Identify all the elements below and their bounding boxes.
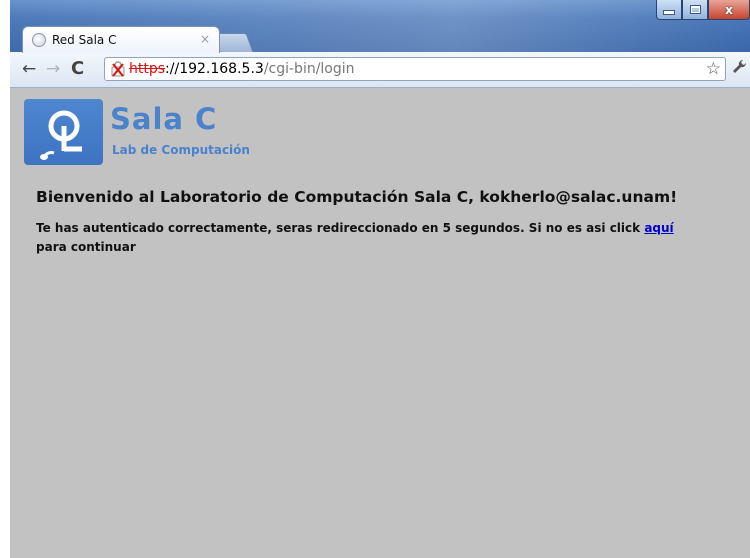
tab-title: Red Sala C	[52, 33, 117, 47]
window-controls: x	[656, 0, 750, 20]
url-text[interactable]: https://192.168.5.3/cgi-bin/login	[129, 61, 355, 77]
url-scheme: https	[129, 61, 166, 77]
minimize-icon	[663, 10, 675, 15]
address-bar[interactable]: https://192.168.5.3/cgi-bin/login ☆	[104, 57, 726, 81]
message-text-before: Te has autenticado correctamente, seras …	[36, 221, 645, 235]
url-path: /cgi-bin/login	[263, 61, 355, 77]
tab-close-button[interactable]: ×	[200, 32, 210, 46]
forward-arrow-icon[interactable]: →	[46, 59, 60, 79]
reload-icon[interactable]: C	[71, 58, 84, 79]
logo-glyph	[40, 110, 82, 160]
maximize-button[interactable]	[682, 0, 708, 20]
browser-window: x Red Sala C × ← → C https://192.168.5.3…	[10, 0, 750, 558]
minimize-button[interactable]	[656, 0, 682, 20]
message-text-after: para continuar	[36, 240, 136, 254]
continue-link[interactable]: aquí	[644, 221, 673, 235]
back-arrow-icon[interactable]: ←	[22, 59, 36, 79]
welcome-heading: Bienvenido al Laboratorio de Computación…	[36, 188, 678, 206]
url-host: ://192.168.5.3	[165, 61, 264, 77]
logo-subtitle: Lab de Computación	[112, 143, 250, 157]
page-content: Sala C Lab de Computación Bienvenido al …	[10, 88, 750, 558]
tab-red-sala-c[interactable]: Red Sala C ×	[22, 26, 220, 53]
logo-name: Sala C	[110, 102, 218, 136]
bookmark-star-icon[interactable]: ☆	[706, 59, 721, 79]
close-window-button[interactable]: x	[708, 0, 750, 20]
maximize-icon	[689, 5, 701, 14]
redirect-message: Te has autenticado correctamente, seras …	[36, 219, 696, 257]
insecure-lock-icon[interactable]	[111, 61, 125, 77]
wrench-icon[interactable]	[732, 58, 748, 76]
globe-favicon-icon	[32, 33, 46, 47]
browser-toolbar: ← → C https://192.168.5.3/cgi-bin/login …	[10, 52, 750, 88]
logo-icon	[24, 99, 103, 165]
close-icon: x	[725, 2, 733, 17]
